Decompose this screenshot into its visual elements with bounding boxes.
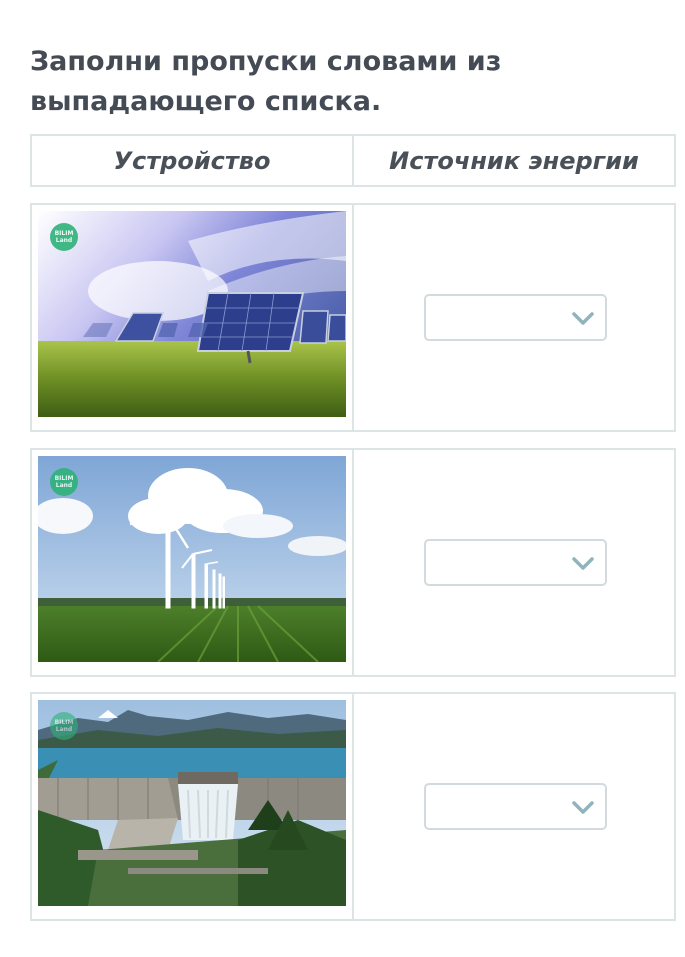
energy-source-dropdown[interactable]	[424, 539, 607, 586]
bilimland-logo: BILIM Land	[50, 468, 78, 496]
energy-source-cell	[354, 694, 674, 919]
table-row: BILIM Land	[30, 448, 676, 677]
energy-source-cell	[354, 205, 674, 430]
chevron-down-icon	[572, 312, 594, 325]
energy-source-cell	[354, 450, 674, 675]
hydro-dam-photo: BILIM Land	[38, 700, 346, 906]
task-title: Заполни пропуски словами из выпадающего …	[30, 46, 502, 117]
solar-panels-photo: BILIM Land	[38, 211, 346, 417]
table-header: Устройство Источник энергии	[30, 134, 676, 187]
device-cell: BILIM Land	[32, 694, 354, 919]
device-cell: BILIM Land	[32, 205, 354, 430]
chevron-down-icon	[572, 557, 594, 570]
energy-source-dropdown[interactable]	[424, 294, 607, 341]
header-device: Устройство	[32, 136, 354, 185]
chevron-down-icon	[572, 801, 594, 814]
bilimland-logo: BILIM Land	[50, 712, 78, 740]
device-cell: BILIM Land	[32, 450, 354, 675]
bilimland-logo: BILIM Land	[50, 223, 78, 251]
wind-turbines-photo: BILIM Land	[38, 456, 346, 662]
energy-source-dropdown[interactable]	[424, 783, 607, 830]
header-energy-source: Источник энергии	[389, 146, 639, 175]
table-row: BILIM Land	[30, 692, 676, 921]
table-row: BILIM Land	[30, 203, 676, 432]
